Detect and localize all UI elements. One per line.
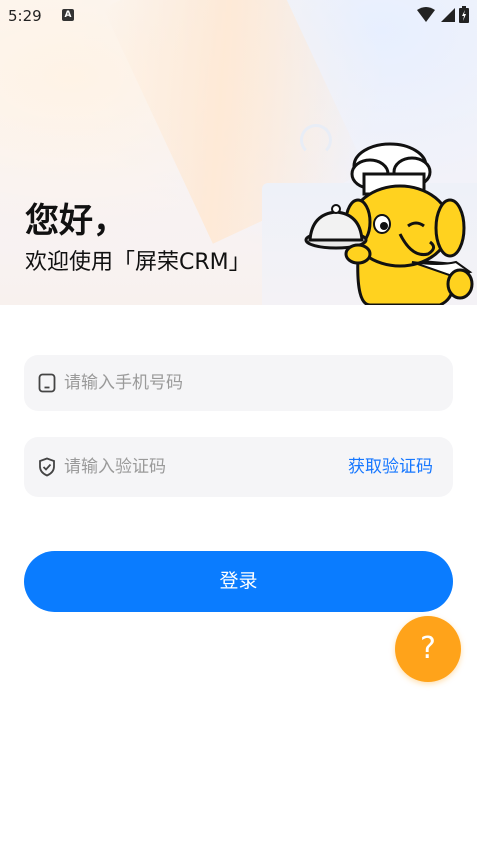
phone-icon xyxy=(38,373,56,393)
login-button[interactable]: 登录 xyxy=(24,551,453,612)
shield-check-icon xyxy=(39,457,55,477)
battery-charging-icon xyxy=(459,6,469,23)
status-bar: 5:29 A xyxy=(0,0,477,32)
code-input[interactable] xyxy=(64,437,324,497)
status-time: 5:29 xyxy=(8,7,42,25)
chef-elephant-mascot xyxy=(304,142,474,305)
phone-field[interactable] xyxy=(24,355,453,411)
wifi-icon xyxy=(417,6,435,22)
help-button[interactable]: ? xyxy=(395,616,461,682)
phone-input[interactable] xyxy=(64,355,324,411)
signal-icon xyxy=(441,7,455,22)
get-code-button[interactable]: 获取验证码 xyxy=(348,437,433,497)
status-icons xyxy=(417,6,469,23)
greeting-subtitle: 欢迎使用「屏荣CRM」 xyxy=(25,250,251,275)
notification-icon: A xyxy=(62,9,74,21)
greeting-title: 您好， xyxy=(25,201,127,241)
code-field[interactable]: 获取验证码 xyxy=(24,437,453,497)
